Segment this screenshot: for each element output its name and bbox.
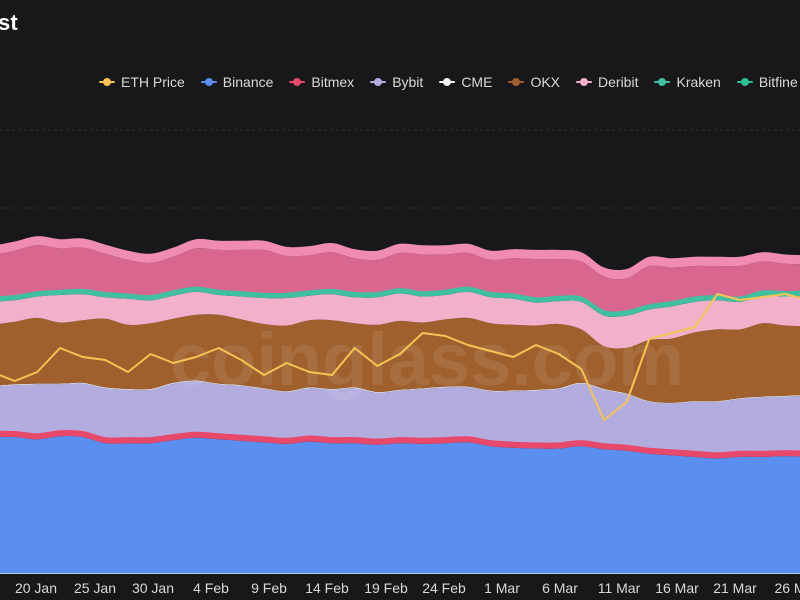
gridlines xyxy=(0,129,800,209)
x-tick-label: 1 Mar xyxy=(484,580,520,596)
x-tick-label: 20 Jan xyxy=(15,580,57,596)
x-tick-label: 16 Mar xyxy=(655,580,699,596)
x-tick-label: 6 Mar xyxy=(542,580,578,596)
x-tick-label: 11 Mar xyxy=(598,580,641,596)
x-tick-label: 30 Jan xyxy=(132,580,174,596)
x-tick-label: 19 Feb xyxy=(364,580,408,596)
x-tick-label: 4 Feb xyxy=(193,580,229,596)
stacked-area-chart: coinglass.com 20 Jan 25 Jan 30 Jan 4 Feb 9 F… xyxy=(0,129,800,596)
x-tick-label: 24 Feb xyxy=(422,580,466,596)
x-tick-label: 9 Feb xyxy=(251,580,287,596)
x-tick-label: 25 Jan xyxy=(74,580,116,596)
area-layers xyxy=(0,236,800,573)
area-binance[interactable] xyxy=(0,436,800,573)
x-tick-label: 21 Mar xyxy=(713,580,757,596)
watermark: coinglass.com xyxy=(170,318,684,401)
x-axis: 20 Jan 25 Jan 30 Jan 4 Feb 9 Feb 14 Feb 19 Feb… xyxy=(0,573,800,596)
x-tick-label: 26 M xyxy=(774,580,800,596)
x-tick-label: 14 Feb xyxy=(305,580,349,596)
